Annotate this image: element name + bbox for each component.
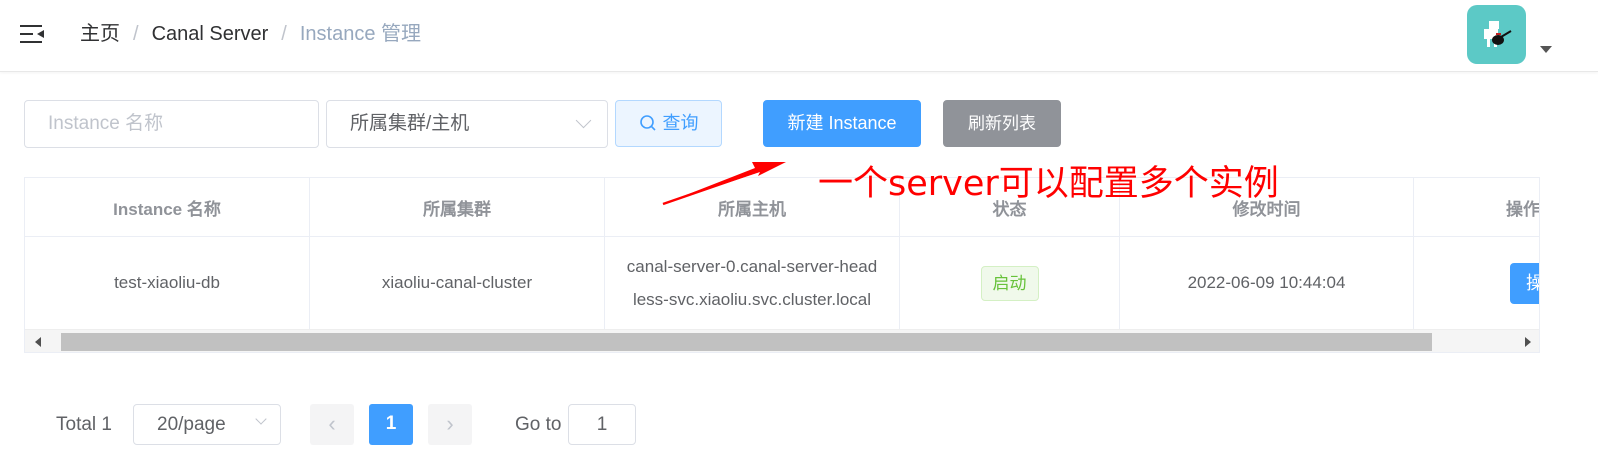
avatar-icon — [1484, 21, 1512, 47]
pagination-total: Total 1 — [56, 414, 112, 435]
host-line-2: less-svc.xiaoliu.svc.cluster.local — [632, 290, 872, 309]
cluster-host-select[interactable]: 所属集群/主机 — [326, 100, 608, 148]
column-header-cluster: 所属集群 — [310, 178, 605, 236]
scrollbar-thumb[interactable] — [61, 333, 1432, 351]
table-row: test-xiaoliu-db xiaoliu-canal-cluster ca… — [25, 237, 1539, 329]
breadcrumb-separator: / — [133, 23, 139, 45]
host-line-1: canal-server-0.canal-server-head — [626, 257, 878, 276]
refresh-list-button[interactable]: 刷新列表 — [943, 100, 1061, 147]
prev-page-button[interactable]: ‹ — [310, 404, 354, 445]
cluster-cell: xiaoliu-canal-cluster — [310, 237, 605, 329]
chevron-down-icon — [575, 112, 592, 129]
goto-label: Go to — [515, 414, 562, 435]
scroll-left-icon[interactable] — [35, 337, 41, 347]
user-avatar[interactable] — [1467, 5, 1526, 64]
search-button-label: 查询 — [662, 113, 699, 133]
action-cell: 操作 ▾ — [1414, 237, 1539, 329]
instance-name-input[interactable]: Instance 名称 — [24, 100, 319, 148]
scroll-right-icon[interactable] — [1525, 337, 1531, 347]
page-size-value: 20/page — [157, 414, 226, 435]
breadcrumb-home[interactable]: 主页 — [80, 23, 120, 45]
create-instance-button[interactable]: 新建 Instance — [763, 100, 921, 147]
modified-time-cell: 2022-06-09 10:44:04 — [1120, 237, 1414, 329]
column-header-name: Instance 名称 — [25, 178, 310, 236]
table-header: Instance 名称 所属集群 所属主机 状态 修改时间 操作 — [25, 178, 1540, 237]
breadcrumb: 主页 / Canal Server / Instance 管理 — [80, 22, 421, 46]
page-size-select[interactable]: 20/page — [133, 404, 281, 445]
column-header-action: 操作 — [1506, 199, 1540, 219]
search-button[interactable]: 查询 — [615, 100, 722, 147]
breadcrumb-canal-server[interactable]: Canal Server — [152, 23, 269, 45]
horizontal-scrollbar[interactable] — [25, 329, 1539, 352]
caret-down-icon[interactable] — [1540, 46, 1552, 53]
search-icon — [639, 115, 656, 131]
goto-page-input[interactable]: 1 — [568, 404, 636, 445]
status-badge: 启动 — [980, 265, 1039, 301]
cluster-select-value: 所属集群/主机 — [350, 113, 470, 134]
host-cell: canal-server-0.canal-server-head less-sv… — [605, 237, 900, 329]
sidebar-toggle-icon[interactable] — [20, 22, 46, 46]
status-cell: 启动 — [900, 237, 1120, 329]
page-number-button[interactable]: 1 — [369, 404, 413, 445]
next-page-button[interactable]: › — [428, 404, 472, 445]
instance-name-cell: test-xiaoliu-db — [25, 237, 310, 329]
instance-table: Instance 名称 所属集群 所属主机 状态 修改时间 操作 test-xi… — [24, 177, 1540, 353]
breadcrumb-separator: / — [281, 23, 287, 45]
action-button-label: 操作 — [1526, 273, 1539, 293]
top-header: 主页 / Canal Server / Instance 管理 — [0, 0, 1598, 72]
breadcrumb-current: Instance 管理 — [299, 23, 422, 45]
chevron-down-icon — [255, 413, 267, 425]
annotation-text: 一个server可以配置多个实例 — [818, 164, 1279, 204]
action-dropdown-button[interactable]: 操作 ▾ — [1510, 262, 1539, 304]
